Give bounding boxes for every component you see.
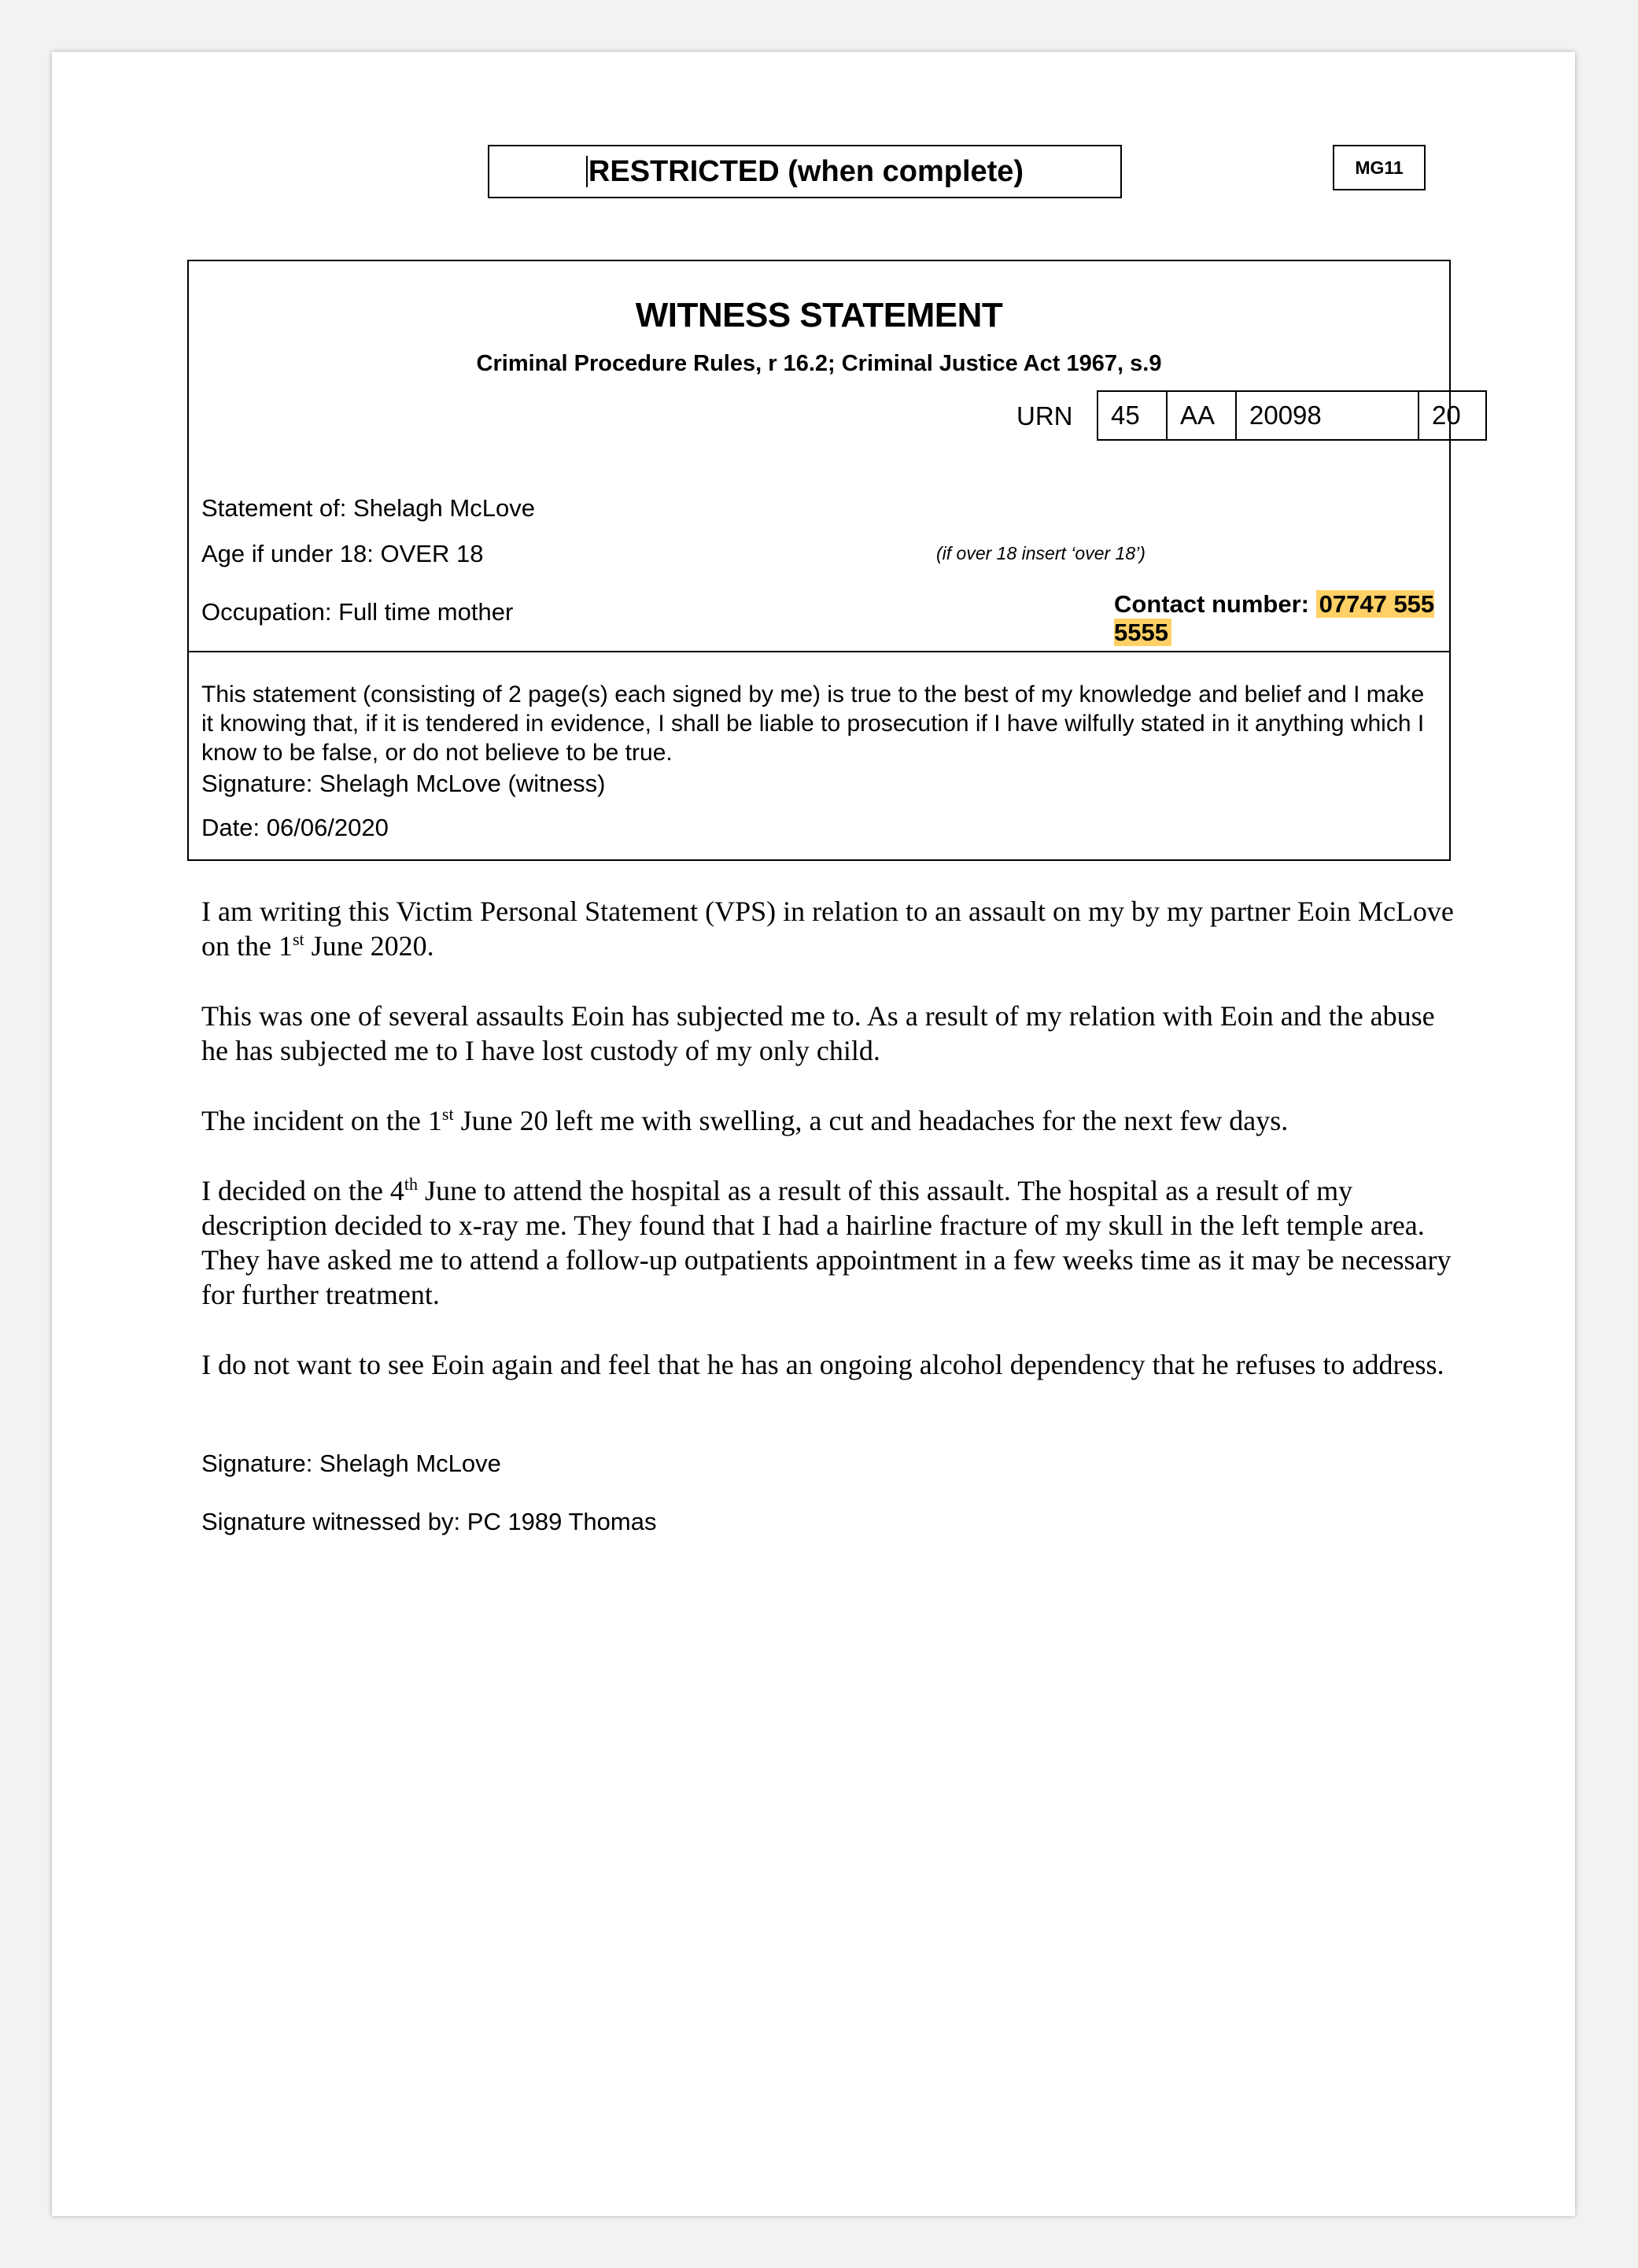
- paragraph-text: June 20 left me with swelling, a cut and…: [453, 1105, 1289, 1136]
- form-subtitle: Criminal Procedure Rules, r 16.2; Crimin…: [476, 351, 1162, 376]
- urn-cell: 20098: [1237, 392, 1419, 439]
- statement-of-label: Statement of:: [201, 494, 347, 522]
- age-label: Age if under 18:: [201, 540, 374, 567]
- footer-signature: Signature: Shelagh McLove: [201, 1450, 501, 1478]
- occupation-value: Full time mother: [338, 598, 514, 626]
- statement-paragraph: This was one of several assaults Eoin ha…: [201, 1000, 1435, 1066]
- form-code: MG11: [1355, 157, 1404, 178]
- document-page: RESTRICTED (when complete) MG11 WITNESS …: [52, 52, 1575, 2216]
- urn-cell: 20: [1432, 401, 1461, 430]
- age-value: OVER 18: [380, 540, 484, 567]
- ordinal-suffix: st: [292, 929, 304, 949]
- contact-label: Contact number:: [1114, 590, 1309, 618]
- statement-body: I am writing this Victim Personal Statem…: [201, 894, 1468, 1417]
- form-divider: [189, 651, 1449, 652]
- signature-value: Shelagh McLove (witness): [319, 770, 606, 797]
- age-row: Age if under 18: OVER 18: [201, 540, 483, 568]
- statement-paragraph: I am writing this Victim Personal Statem…: [201, 894, 1468, 963]
- ordinal-suffix: th: [404, 1174, 419, 1194]
- text-cursor: [585, 156, 588, 187]
- statement-paragraph: I decided on the 4th June to attend the …: [201, 1173, 1468, 1312]
- footer-signature-value: Shelagh McLove: [319, 1450, 501, 1477]
- contact-row: Contact number: 07747 555 5555: [1114, 590, 1449, 647]
- date-value: 06/06/2020: [266, 814, 389, 841]
- form-code-badge: MG11: [1333, 145, 1426, 190]
- paragraph-text: I decided on the 4: [201, 1175, 404, 1206]
- ordinal-suffix: st: [441, 1104, 454, 1124]
- signature-row: Signature: Shelagh McLove (witness): [201, 770, 606, 798]
- footer-witnessed: Signature witnessed by: PC 1989 Thomas: [201, 1508, 656, 1536]
- statement-of-row: Statement of: Shelagh McLove: [201, 494, 535, 523]
- paragraph-text: June 2020.: [304, 930, 434, 962]
- occupation-label: Occupation:: [201, 598, 332, 626]
- occupation-row: Occupation: Full time mother: [201, 598, 513, 626]
- signature-label: Signature:: [201, 770, 313, 797]
- restricted-label: RESTRICTED (when complete): [588, 154, 1024, 188]
- declaration-text: This statement (consisting of 2 page(s) …: [201, 682, 1425, 766]
- footer-signature-label: Signature:: [201, 1450, 313, 1477]
- witness-statement-form: WITNESS STATEMENT Criminal Procedure Rul…: [187, 260, 1487, 861]
- urn-table: 45 AA 20098 20: [1097, 390, 1487, 441]
- statement-paragraph: The incident on the 1st June 20 left me …: [201, 1103, 1468, 1138]
- age-hint: (if over 18 insert ‘over 18’): [936, 543, 1145, 563]
- urn-cell: 45: [1098, 392, 1168, 439]
- statement-of-value: Shelagh McLove: [353, 494, 535, 522]
- urn-label: URN: [1016, 401, 1073, 430]
- form-title: WITNESS STATEMENT: [635, 296, 1003, 334]
- paragraph-text: The incident on the 1: [201, 1105, 442, 1136]
- footer-witnessed-label: Signature witnessed by:: [201, 1508, 461, 1535]
- footer-witnessed-value: PC 1989 Thomas: [467, 1508, 657, 1535]
- statement-paragraph: I do not want to see Eoin again and feel…: [201, 1349, 1444, 1380]
- urn-cell: AA: [1168, 392, 1237, 439]
- date-row: Date: 06/06/2020: [201, 814, 389, 842]
- restricted-marking: RESTRICTED (when complete): [488, 145, 1122, 198]
- date-label: Date:: [201, 814, 260, 841]
